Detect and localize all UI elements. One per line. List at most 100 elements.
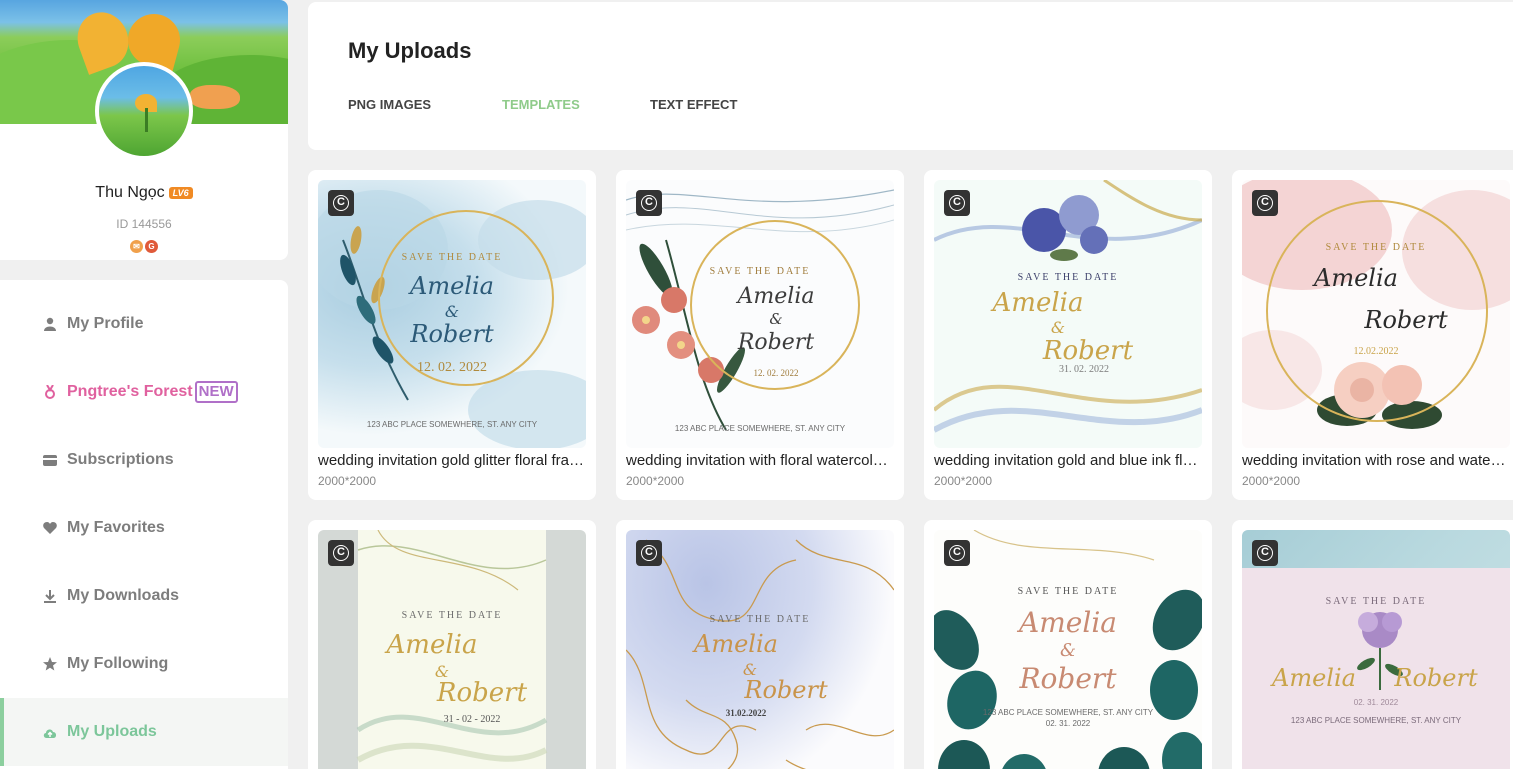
copyright-icon: C	[944, 190, 970, 216]
level-badge: LV6	[168, 187, 193, 199]
save-the-date-text: SAVE THE DATE	[1325, 596, 1427, 607]
mail-icon: ✉	[130, 240, 143, 253]
ampersand-text: &	[1059, 640, 1077, 661]
name-text: Robert	[436, 678, 528, 708]
date-text: 12. 02. 2022	[417, 360, 487, 375]
sidebar-item-my-profile[interactable]: My Profile	[0, 290, 288, 358]
profile-card: Thu Ngọc LV6 ID 144556 ✉ G	[0, 0, 288, 260]
user-id: ID 144556	[116, 217, 172, 231]
template-card[interactable]: C SAVE THE DATE Amelia & Robert 12. 02. …	[308, 170, 596, 500]
sidebar-menu: My Profile Pngtree's Forest NEW Subscrip…	[0, 280, 288, 769]
card-title[interactable]: wedding invitation with floral watercolo…	[626, 452, 894, 469]
ampersand-text: &	[769, 310, 783, 328]
save-the-date-text: SAVE THE DATE	[709, 266, 811, 277]
sidebar-item-label: My Profile	[67, 315, 144, 332]
linked-accounts: ✉ G	[0, 236, 288, 254]
copyright-icon: C	[328, 540, 354, 566]
star-icon	[43, 657, 57, 671]
name-text: Amelia	[386, 630, 478, 660]
sidebar-item-my-downloads[interactable]: My Downloads	[0, 562, 288, 630]
sidebar-item-my-uploads[interactable]: My Uploads	[0, 698, 288, 766]
template-card[interactable]: C SAVE THE DATE Amelia & Robert 12. 02. …	[616, 170, 904, 500]
name-text: Robert	[737, 330, 815, 355]
tab-templates[interactable]: TEMPLATES	[502, 97, 580, 112]
download-icon	[43, 589, 57, 603]
save-the-date-text: SAVE THE DATE	[401, 610, 503, 621]
template-thumbnail[interactable]: C SAVE THE DATE Amelia & Robert 31. 02. …	[934, 180, 1202, 448]
name-text: Robert	[1042, 336, 1134, 366]
date-text: 12.02.2022	[1353, 346, 1399, 357]
name-text: Amelia	[992, 288, 1084, 318]
address-text: 123 ABC PLACE SOMEWHERE, ST. ANY CITY	[674, 424, 846, 433]
page-title: My Uploads	[348, 38, 472, 63]
template-card[interactable]: C SAVE THE DATE Amelia & Robert 123 ABC …	[924, 520, 1212, 769]
template-card[interactable]: C SAVE THE DATE Amelia & Robert 31 - 02 …	[308, 520, 596, 769]
sidebar-item-label: My Downloads	[67, 587, 180, 604]
card-size: 2000*2000	[1242, 474, 1301, 488]
sidebar-item-label: My Favorites	[67, 519, 165, 536]
sidebar-item-subscriptions[interactable]: Subscriptions	[0, 426, 288, 494]
name-text: Robert	[410, 320, 494, 348]
card-title[interactable]: wedding invitation with rose and waterco…	[1242, 452, 1510, 469]
name-text: Amelia	[1019, 606, 1117, 639]
template-card[interactable]: C SAVE THE DATE Amelia & Robert 12.02.20…	[1232, 170, 1513, 500]
name-text: Amelia	[694, 630, 778, 658]
name-text: Amelia	[410, 272, 494, 300]
copyright-icon: C	[1252, 190, 1278, 216]
save-the-date-text: SAVE THE DATE	[709, 614, 811, 625]
name-text: Robert	[1019, 662, 1117, 695]
name-text: Robert	[1394, 664, 1478, 692]
user-icon	[43, 317, 57, 331]
sidebar-item-label: Pngtree's Forest	[67, 383, 193, 400]
date-text: 02. 31. 2022	[1353, 698, 1399, 707]
save-the-date-text: SAVE THE DATE	[1017, 586, 1119, 597]
template-card[interactable]: C SAVE THE DATE Amelia Robert 02. 31. 20…	[1232, 520, 1513, 769]
date-text: 31. 02. 2022	[1059, 364, 1109, 375]
address-text: 123 ABC PLACE SOMEWHERE, ST. ANY CITY	[982, 708, 1154, 717]
template-thumbnail[interactable]: C SAVE THE DATE Amelia Robert 02. 31. 20…	[1242, 530, 1510, 769]
card-size: 2000*2000	[626, 474, 685, 488]
sidebar-item-pngtree-forest[interactable]: Pngtree's Forest NEW	[0, 358, 288, 426]
sidebar-item-my-following[interactable]: My Following	[0, 630, 288, 698]
template-thumbnail[interactable]: C SAVE THE DATE Amelia & Robert 123 ABC …	[934, 530, 1202, 769]
address-text: 123 ABC PLACE SOMEWHERE, ST. ANY CITY	[1290, 716, 1462, 725]
ampersand-text: &	[444, 302, 460, 321]
tab-text-effect[interactable]: TEXT EFFECT	[650, 97, 737, 112]
template-thumbnail[interactable]: C SAVE THE DATE Amelia & Robert 31.02.20…	[626, 530, 894, 769]
ampersand-text: &	[1050, 318, 1066, 337]
sidebar-item-label: My Following	[67, 655, 169, 672]
new-badge: NEW	[194, 381, 238, 403]
card-title[interactable]: wedding invitation gold and blue ink flo…	[934, 452, 1202, 469]
sidebar-item-label: Subscriptions	[67, 451, 174, 468]
cloud-upload-icon	[43, 725, 57, 739]
uploads-header: My Uploads PNG IMAGES TEMPLATES TEXT EFF…	[308, 2, 1513, 150]
date-text: 02. 31. 2022	[1045, 719, 1091, 728]
copyright-icon: C	[944, 540, 970, 566]
date-text: 12. 02. 2022	[753, 368, 799, 378]
tab-png-images[interactable]: PNG IMAGES	[348, 97, 431, 112]
template-thumbnail[interactable]: C SAVE THE DATE Amelia & Robert 12.02.20…	[1242, 180, 1510, 448]
template-card[interactable]: C SAVE THE DATE Amelia & Robert 31.02.20…	[616, 520, 904, 769]
template-card[interactable]: C SAVE THE DATE Amelia & Robert 31. 02. …	[924, 170, 1212, 500]
save-the-date-text: SAVE THE DATE	[1325, 242, 1427, 253]
name-text: Robert	[1364, 306, 1448, 334]
card-size: 2000*2000	[934, 474, 993, 488]
sidebar-item-my-favorites[interactable]: My Favorites	[0, 494, 288, 562]
copyright-icon: C	[636, 190, 662, 216]
avatar[interactable]	[95, 62, 193, 160]
card-size: 2000*2000	[318, 474, 377, 488]
username: Thu Ngọc LV6	[0, 184, 288, 202]
sidebar-item-label: My Uploads	[67, 723, 157, 740]
template-thumbnail[interactable]: C SAVE THE DATE Amelia & Robert 31 - 02 …	[318, 530, 586, 769]
template-thumbnail[interactable]: C SAVE THE DATE Amelia & Robert 12. 02. …	[626, 180, 894, 448]
heart-icon	[43, 521, 57, 535]
copyright-icon: C	[328, 190, 354, 216]
name-text: Amelia	[1314, 264, 1398, 292]
card-title[interactable]: wedding invitation gold glitter floral f…	[318, 452, 586, 469]
address-text: 123 ABC PLACE SOMEWHERE, ST. ANY CITY	[366, 420, 538, 429]
card-icon	[43, 453, 57, 467]
name-text: Robert	[744, 676, 828, 704]
google-icon: G	[145, 240, 158, 253]
name-text: Amelia	[737, 284, 815, 309]
template-thumbnail[interactable]: C SAVE THE DATE Amelia & Robert 12. 02. …	[318, 180, 586, 448]
